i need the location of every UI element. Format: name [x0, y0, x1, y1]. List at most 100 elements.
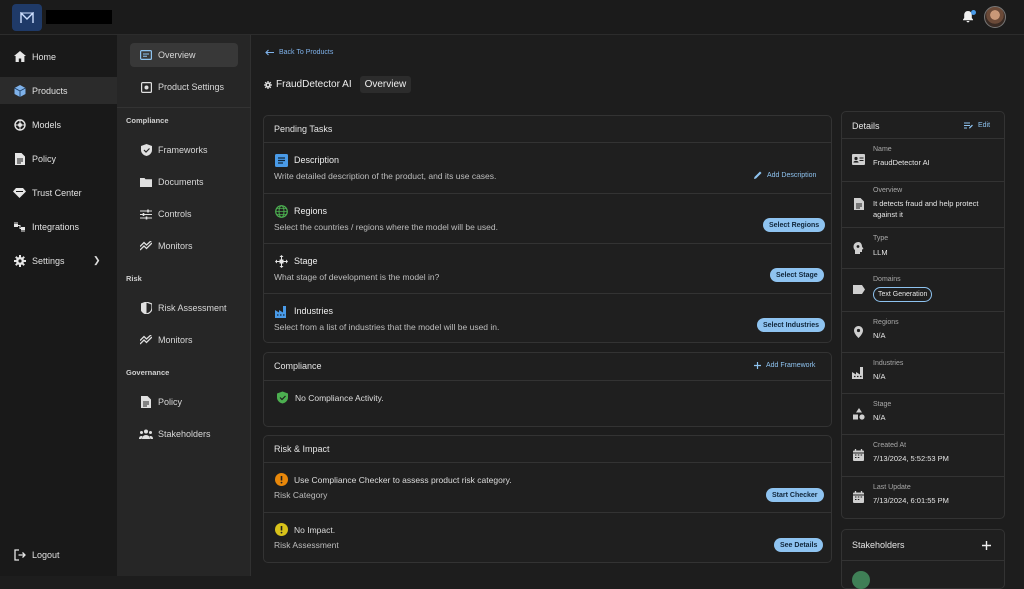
detail-created-at: Created At 7/13/2024, 5:52:53 PM [842, 435, 1006, 476]
detail-name: Name FraudDetector AI [842, 139, 1006, 181]
nav-item-settings[interactable]: Settings ❯ [0, 247, 117, 274]
arrow-left-icon [265, 49, 274, 56]
divider [117, 107, 251, 108]
notification-dot [971, 10, 976, 15]
card-title: Risk & Impact [274, 444, 330, 454]
document-icon [852, 197, 865, 210]
logout-label: Logout [32, 549, 60, 560]
divider [264, 380, 831, 381]
subnav-frameworks[interactable]: Frameworks [130, 138, 254, 162]
task-title: Regions [294, 206, 328, 216]
detail-key: Industries [873, 360, 904, 367]
main-content: Back To Products FraudDetector AI Overvi… [251, 35, 1024, 589]
start-checker-button[interactable]: Start Checker [766, 488, 824, 502]
app-logo[interactable] [12, 4, 42, 31]
risk-category-message: Use Compliance Checker to assess product… [294, 475, 512, 485]
section-heading-compliance: Compliance [126, 116, 169, 125]
card-title: Pending Tasks [274, 124, 333, 134]
nav-item-label: Policy [32, 153, 57, 164]
subnav-label: Controls [158, 209, 192, 219]
factory-icon [852, 366, 865, 379]
subnav-label: Monitors [158, 335, 193, 345]
description-icon [274, 153, 289, 168]
action-label: Add Description [767, 171, 817, 179]
subnav-monitors[interactable]: Monitors [130, 234, 254, 258]
product-name[interactable]: FraudDetector AI [276, 79, 352, 90]
nav-item-policy[interactable]: Policy [0, 145, 117, 172]
nav-item-models[interactable]: Models [0, 111, 117, 138]
nav-item-trust-center[interactable]: Trust Center [0, 179, 117, 206]
people-icon [139, 427, 153, 441]
label-tag-icon [852, 283, 865, 296]
redacted-org-name [46, 10, 112, 24]
subnav-policy[interactable]: Policy [130, 390, 254, 414]
stage-icon [274, 254, 289, 269]
logout-button[interactable]: Logout [0, 541, 117, 568]
nav-item-integrations[interactable]: Integrations [0, 213, 117, 240]
edit-label: Edit [978, 122, 991, 129]
task-title: Description [294, 155, 340, 165]
see-details-button[interactable]: See Details [774, 538, 824, 552]
section-heading-governance: Governance [126, 368, 170, 377]
detail-value: 7/13/2024, 6:01:55 PM [873, 496, 949, 505]
detail-regions: Regions N/A [842, 312, 1006, 352]
subnav-label: Frameworks [158, 145, 208, 155]
globe-icon [274, 204, 289, 219]
task-description: Description Write detailed description o… [264, 143, 831, 193]
divider [842, 560, 1004, 561]
detail-value: It detects fraud and help protect agains… [873, 199, 979, 219]
detail-value: FraudDetector AI [873, 158, 930, 167]
subnav-documents[interactable]: Documents [130, 170, 254, 194]
nav-item-label: Home [32, 51, 57, 62]
subnav-label: Product Settings [158, 82, 225, 92]
nav-item-label: Integrations [32, 221, 80, 232]
add-description-button[interactable]: Add Description [754, 171, 816, 179]
nav-item-label: Settings [32, 255, 65, 266]
detail-key: Name [873, 146, 892, 153]
nav-item-products[interactable]: Products [0, 77, 117, 104]
detail-value: LLM [873, 248, 888, 257]
select-regions-button[interactable]: Select Regions [763, 218, 826, 232]
task-desc: Select the countries / regions where the… [274, 222, 498, 232]
detail-key: Created At [873, 442, 907, 449]
select-industries-button[interactable]: Select Industries [757, 318, 826, 332]
shield-check-icon [139, 143, 153, 157]
nav-item-label: Models [32, 119, 62, 130]
product-gear-icon [264, 80, 272, 89]
user-avatar[interactable] [984, 6, 1006, 28]
divider [264, 512, 831, 513]
add-framework-button[interactable]: Add Framework [754, 362, 815, 369]
subnav-label: Risk Assessment [158, 303, 227, 313]
gear-icon [13, 254, 26, 267]
product-sidebar: Overview Product Settings Compliance Fra… [117, 35, 251, 576]
risk-assessment-label: Risk Assessment [274, 540, 339, 550]
detail-value: Text Generation [873, 287, 933, 302]
subnav-risk-assessment[interactable]: Risk Assessment [130, 296, 254, 320]
settings-box-icon [139, 80, 153, 94]
add-stakeholder-plus-icon[interactable] [982, 541, 991, 550]
action-label: Add Framework [766, 362, 816, 369]
select-stage-button[interactable]: Select Stage [770, 268, 824, 282]
id-card-icon [852, 153, 865, 166]
task-title: Stage [294, 256, 318, 266]
edit-button[interactable]: Edit [964, 122, 990, 129]
card-title: Stakeholders [852, 540, 905, 550]
calendar-icon [852, 448, 865, 461]
back-to-products-link[interactable]: Back To Products [265, 49, 333, 56]
detail-key: Stage [873, 401, 892, 408]
subnav-stakeholders[interactable]: Stakeholders [130, 422, 254, 446]
nav-item-home[interactable]: Home [0, 43, 117, 70]
task-desc: Select from a list of industries that th… [274, 322, 500, 332]
shield-check-icon [277, 391, 288, 404]
subnav-overview[interactable]: Overview [130, 43, 238, 67]
subnav-risk-monitors[interactable]: Monitors [130, 328, 254, 352]
details-panel: Details Edit Name FraudDetector AI Overv… [841, 111, 1005, 519]
divider [264, 462, 831, 463]
primary-sidebar: Home Products Models Policy Trust Center… [0, 35, 117, 576]
subnav-controls[interactable]: Controls [130, 202, 254, 226]
detail-key: Type [873, 235, 889, 242]
task-stage: Stage What stage of development is the m… [264, 244, 831, 294]
subnav-product-settings[interactable]: Product Settings [130, 75, 254, 99]
detail-domains: Domains Text Generation [842, 269, 1006, 311]
breadcrumb-current-page: Overview [359, 76, 412, 93]
